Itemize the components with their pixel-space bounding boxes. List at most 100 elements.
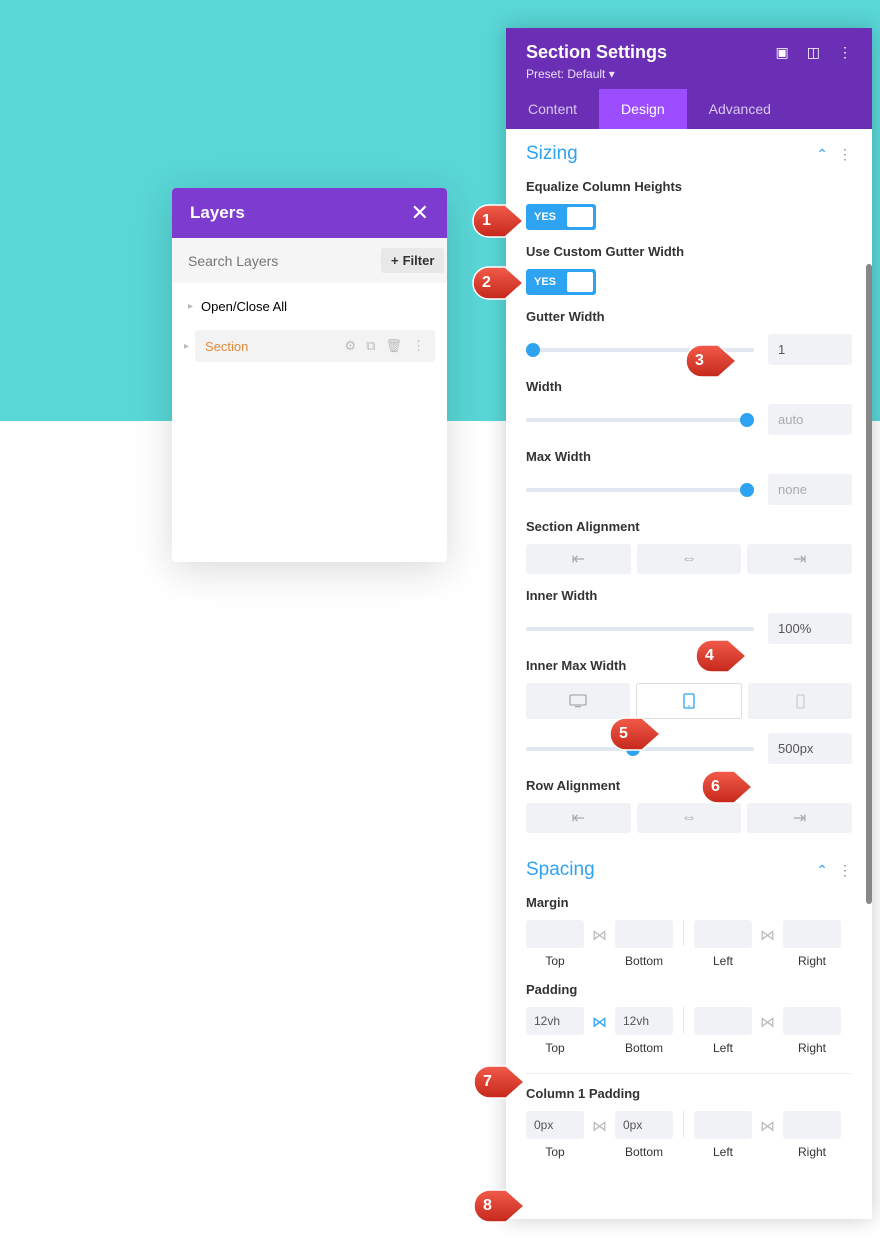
annotation-8: 8 (472, 1188, 526, 1224)
align-left-button[interactable]: ⇤ (526, 544, 631, 574)
inner-max-width-label: Inner Max Width (526, 658, 852, 673)
gutter-width-input[interactable] (768, 334, 852, 365)
kebab-icon[interactable]: ⋮ (838, 146, 852, 163)
annotation-7: 7 (472, 1064, 526, 1100)
padding-right-input[interactable] (783, 1007, 841, 1035)
annotation-5: 5 (608, 716, 662, 752)
open-close-label: Open/Close All (201, 299, 287, 314)
row-align-center-button[interactable]: ⇔ (637, 803, 742, 833)
inner-width-slider[interactable] (526, 627, 754, 631)
device-phone-button[interactable] (748, 683, 852, 719)
preset-dropdown[interactable]: Preset: Default ▾ (526, 67, 852, 81)
layers-body: ▸ Open/Close All ▸ Section ⚙ ⧉ 🗑 ⋮ (172, 283, 447, 562)
link-icon[interactable]: ⋈ (590, 926, 609, 944)
max-width-slider[interactable] (526, 488, 754, 492)
layer-section-row[interactable]: Section ⚙ ⧉ 🗑 ⋮ (195, 330, 435, 362)
section-label: Section (205, 339, 337, 354)
layers-title: Layers (190, 203, 245, 223)
link-icon[interactable]: ⋈ (758, 1013, 777, 1031)
tab-design[interactable]: Design (599, 89, 687, 129)
layers-panel: Layers ✕ + Filter ▸ Open/Close All ▸ Sec… (172, 188, 447, 562)
custom-gutter-toggle[interactable]: YES (526, 269, 596, 295)
col1-padding-top-input[interactable] (526, 1111, 584, 1139)
annotation-3: 3 (684, 343, 738, 379)
inner-max-width-input[interactable] (768, 733, 852, 764)
panel-title: Section Settings (526, 42, 667, 63)
open-close-all-row[interactable]: ▸ Open/Close All (184, 291, 435, 322)
layers-search-row: + Filter (172, 238, 447, 283)
settings-header: Section Settings ▣ ◫ ⋮ Preset: Default ▾ (506, 28, 872, 89)
link-icon[interactable]: ⋈ (590, 1117, 609, 1135)
annotation-4: 4 (694, 638, 748, 674)
chevron-right-icon[interactable]: ▸ (184, 341, 189, 352)
max-width-input[interactable] (768, 474, 852, 505)
padding-label: Padding (526, 982, 852, 997)
kebab-icon[interactable]: ⋮ (838, 44, 852, 61)
width-label: Width (526, 379, 852, 394)
align-right-button[interactable]: ⇥ (747, 544, 852, 574)
annotation-6: 6 (700, 769, 754, 805)
filter-label: Filter (403, 253, 435, 268)
scrollbar[interactable] (866, 264, 872, 904)
kebab-icon[interactable]: ⋮ (838, 862, 852, 879)
layer-row-icons: ⚙ ⧉ 🗑 ⋮ (345, 338, 425, 354)
margin-left-input[interactable] (694, 920, 752, 948)
settings-tabs: Content Design Advanced (506, 89, 872, 129)
settings-panel: Section Settings ▣ ◫ ⋮ Preset: Default ▾… (506, 28, 872, 1219)
link-icon[interactable]: ⋈ (590, 1013, 609, 1031)
row-align-left-button[interactable]: ⇤ (526, 803, 631, 833)
width-slider[interactable] (526, 418, 754, 422)
device-desktop-button[interactable] (526, 683, 630, 719)
padding-bottom-input[interactable] (615, 1007, 673, 1035)
duplicate-icon[interactable]: ⧉ (366, 338, 375, 354)
chevron-up-icon[interactable]: ⌃ (816, 862, 828, 879)
plus-icon: + (391, 253, 399, 268)
inner-width-input[interactable] (768, 613, 852, 644)
gear-icon[interactable]: ⚙ (345, 338, 357, 354)
search-input[interactable] (184, 248, 373, 273)
link-icon[interactable]: ⋈ (758, 1117, 777, 1135)
link-icon[interactable]: ⋈ (758, 926, 777, 944)
expand-icon[interactable]: ▣ (776, 44, 789, 61)
row-align-right-button[interactable]: ⇥ (747, 803, 852, 833)
sizing-title[interactable]: Sizing (526, 143, 578, 165)
settings-body: Sizing ⌃ ⋮ Equalize Column Heights YES U… (506, 129, 872, 1219)
layers-header: Layers ✕ (172, 188, 447, 238)
row-alignment-label: Row Alignment (526, 778, 852, 793)
annotation-2: 2 (471, 265, 525, 301)
sizing-section: Sizing ⌃ ⋮ Equalize Column Heights YES U… (506, 129, 872, 853)
col1-padding-right-input[interactable] (783, 1111, 841, 1139)
width-input[interactable] (768, 404, 852, 435)
device-tablet-button[interactable] (636, 683, 742, 719)
toggle-knob (567, 272, 593, 292)
filter-button[interactable]: + Filter (381, 248, 444, 273)
spacing-section: Spacing ⌃ ⋮ Margin Top ⋈ Bottom Left ⋈ R… (506, 853, 872, 1179)
trash-icon[interactable]: 🗑 (385, 338, 402, 354)
section-alignment-label: Section Alignment (526, 519, 852, 534)
margin-right-input[interactable] (783, 920, 841, 948)
tablet-icon[interactable]: ◫ (807, 44, 820, 61)
padding-top-input[interactable] (526, 1007, 584, 1035)
align-center-button[interactable]: ⇔ (637, 544, 742, 574)
inner-width-label: Inner Width (526, 588, 852, 603)
padding-left-input[interactable] (694, 1007, 752, 1035)
close-icon[interactable]: ✕ (411, 202, 429, 224)
equalize-label: Equalize Column Heights (526, 179, 852, 194)
tab-advanced[interactable]: Advanced (687, 89, 793, 129)
col1-padding-left-input[interactable] (694, 1111, 752, 1139)
caret-down-icon: ▾ (609, 67, 615, 81)
chevron-right-icon: ▸ (188, 301, 193, 312)
kebab-icon[interactable]: ⋮ (412, 338, 425, 354)
margin-bottom-input[interactable] (615, 920, 673, 948)
gutter-width-label: Gutter Width (526, 309, 852, 324)
margin-top-input[interactable] (526, 920, 584, 948)
margin-label: Margin (526, 895, 852, 910)
tab-content[interactable]: Content (506, 89, 599, 129)
equalize-toggle[interactable]: YES (526, 204, 596, 230)
annotation-1: 1 (471, 203, 525, 239)
spacing-title[interactable]: Spacing (526, 859, 595, 881)
custom-gutter-label: Use Custom Gutter Width (526, 244, 852, 259)
chevron-up-icon[interactable]: ⌃ (816, 146, 828, 163)
col1-padding-bottom-input[interactable] (615, 1111, 673, 1139)
max-width-label: Max Width (526, 449, 852, 464)
